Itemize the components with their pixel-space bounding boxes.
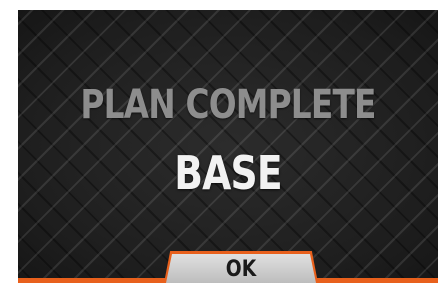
dialog-title: PLAN COMPLETE — [80, 82, 376, 128]
ok-button-label: OK — [225, 257, 257, 282]
dialog-subtitle: BASE — [174, 146, 282, 200]
ok-button[interactable]: OK — [166, 254, 316, 283]
plan-complete-dialog: PLAN COMPLETE BASE OK — [18, 10, 438, 283]
